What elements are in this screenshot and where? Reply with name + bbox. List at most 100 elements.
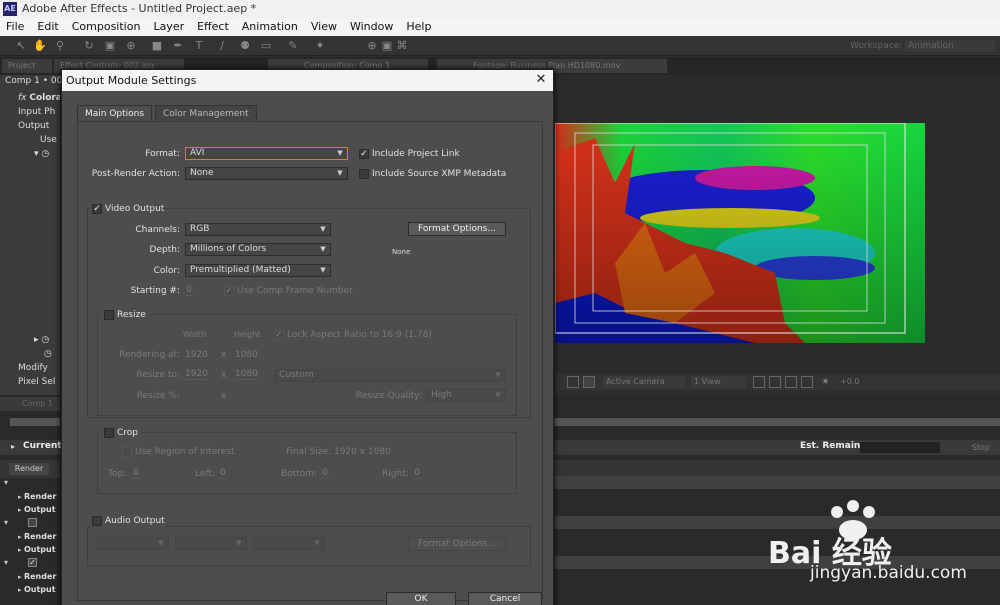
use-roi-label[interactable]: Use Region of Interest <box>135 446 235 458</box>
use-roi-checkbox[interactable] <box>122 447 132 457</box>
axis-local-icon[interactable]: ⊕ <box>365 39 379 53</box>
rectangle-tool-icon[interactable]: ■ <box>150 39 164 53</box>
lock-aspect-checkbox[interactable]: ✓ <box>274 330 284 340</box>
exposure-icon[interactable]: ✴ <box>821 375 830 388</box>
transparency-grid-icon[interactable] <box>583 376 595 388</box>
color-select[interactable]: Premultiplied (Matted) ▼ <box>185 264 331 277</box>
menu-edit[interactable]: Edit <box>37 18 58 36</box>
resize-label[interactable]: Resize <box>117 309 146 321</box>
queue-row-output-module[interactable]: ▸ Output <box>0 543 60 556</box>
stopwatch-icon[interactable]: ▾ ◷ <box>34 149 49 159</box>
tab-project[interactable]: Project <box>2 59 52 73</box>
crop-left-field[interactable]: 0 <box>219 468 227 479</box>
menu-file[interactable]: File <box>6 18 24 36</box>
queue-item-checkbox-checked[interactable]: ✓ <box>28 558 37 567</box>
effect-row-stopwatch[interactable]: ▾ ◷ <box>0 147 60 161</box>
video-output-label[interactable]: Video Output <box>105 203 164 215</box>
tab-main-options[interactable]: Main Options <box>77 105 153 121</box>
close-icon[interactable]: ✕ <box>534 73 548 87</box>
menu-window[interactable]: Window <box>350 18 393 36</box>
crop-right-field[interactable]: 0 <box>413 468 421 479</box>
pen-tool-icon[interactable]: ✒ <box>171 39 185 53</box>
menu-animation[interactable]: Animation <box>242 18 298 36</box>
queue-row-output-module[interactable]: ▸ Output <box>0 583 60 596</box>
queue-row-render-settings[interactable]: ▸ Render <box>0 490 60 503</box>
resize-preset-select[interactable]: Custom ▼ <box>274 369 506 382</box>
expand-arrow-icon[interactable]: ▸ <box>11 442 15 451</box>
queue-item-checkbox[interactable] <box>28 518 37 527</box>
video-output-checkbox[interactable]: ✓ <box>92 204 102 214</box>
stop-button[interactable]: Stop <box>946 442 996 454</box>
menu-layer[interactable]: Layer <box>153 18 184 36</box>
menu-view[interactable]: View <box>311 18 337 36</box>
audio-bits-select[interactable]: ▼ <box>175 537 247 550</box>
selection-tool-icon[interactable]: ↖ <box>14 39 28 53</box>
crop-label[interactable]: Crop <box>117 427 138 439</box>
active-camera-select[interactable]: Active Camera <box>603 376 685 388</box>
zoom-tool-icon[interactable]: ⚲ <box>53 39 67 53</box>
use-comp-frame-label[interactable]: Use Comp Frame Number <box>237 285 353 297</box>
effect-row-modify[interactable]: Modify <box>0 361 60 375</box>
starting-number-field[interactable]: 0 <box>185 285 193 296</box>
flowchart-icon[interactable] <box>801 376 813 388</box>
rotate-tool-icon[interactable]: ↻ <box>82 39 96 53</box>
include-project-link-checkbox[interactable]: ✓ <box>359 149 369 159</box>
audio-format-options-button[interactable]: Format Options... <box>408 537 506 551</box>
hand-tool-icon[interactable]: ✋ <box>33 39 47 53</box>
menu-effect[interactable]: Effect <box>197 18 229 36</box>
crop-checkbox[interactable] <box>104 428 114 438</box>
effect-row-stopwatch-2[interactable]: ▸ ◷ <box>0 333 60 347</box>
audio-channels-select[interactable]: ▼ <box>253 537 325 550</box>
format-options-button[interactable]: Format Options... <box>408 222 506 236</box>
include-xmp-label[interactable]: Include Source XMP Metadata <box>372 168 506 180</box>
queue-row-render-settings[interactable]: ▸ Render <box>0 530 60 543</box>
puppet-tool-icon[interactable]: ✦ <box>313 39 327 53</box>
include-xmp-checkbox[interactable] <box>359 169 369 179</box>
effect-row-colorama[interactable]: fx Colora <box>0 91 60 105</box>
pan-behind-tool-icon[interactable]: ⊕ <box>124 39 138 53</box>
lock-aspect-label[interactable]: Lock Aspect Ratio to 16:9 (1.78) <box>287 329 432 341</box>
ok-button[interactable]: OK <box>386 592 456 605</box>
stopwatch-icon[interactable]: ▸ ◷ <box>34 335 49 345</box>
effect-row-output[interactable]: Output <box>0 119 60 133</box>
cancel-button[interactable]: Cancel <box>468 592 542 605</box>
effect-row-pixel-selection[interactable]: Pixel Sel <box>0 375 60 389</box>
crop-top-field[interactable]: 0 <box>132 468 140 479</box>
post-render-action-select[interactable]: None ▼ <box>185 167 348 180</box>
axis-view-icon[interactable]: ⌘ <box>395 39 409 53</box>
snapshot-icon[interactable] <box>567 376 579 388</box>
view-layout-select[interactable]: 1 View <box>691 376 746 388</box>
audio-rate-select[interactable]: ▼ <box>97 537 169 550</box>
queue-expand-icon[interactable]: ▾ <box>4 558 8 567</box>
crop-bottom-field[interactable]: 0 <box>321 468 329 479</box>
effect-row-stopwatch-3[interactable]: ◷ <box>0 347 60 361</box>
text-tool-icon[interactable]: T <box>192 39 206 53</box>
use-comp-frame-checkbox[interactable]: ✓ <box>224 286 234 296</box>
queue-expand-icon[interactable]: ▾ <box>4 478 8 487</box>
resize-checkbox[interactable] <box>104 310 114 320</box>
queue-row-output-module[interactable]: ▸ Output <box>0 503 60 516</box>
channels-select[interactable]: RGB ▼ <box>185 223 331 236</box>
queue-expand-icon[interactable]: ▾ <box>4 518 8 527</box>
menu-help[interactable]: Help <box>406 18 431 36</box>
audio-output-label[interactable]: Audio Output <box>105 515 165 527</box>
composition-canvas[interactable] <box>555 123 925 343</box>
roto-brush-tool-icon[interactable]: ✎ <box>286 39 300 53</box>
queue-row-render-settings[interactable]: ▸ Render <box>0 570 60 583</box>
format-select[interactable]: AVI ▼ <box>185 147 348 160</box>
effect-row-input-phase[interactable]: Input Ph <box>0 105 60 119</box>
tab-color-management[interactable]: Color Management <box>155 105 257 121</box>
menu-composition[interactable]: Composition <box>72 18 141 36</box>
resize-height-field[interactable]: 1080 <box>235 369 258 380</box>
exposure-value[interactable]: +0.0 <box>840 376 859 388</box>
resize-quality-select[interactable]: High ▼ <box>426 389 506 402</box>
stopwatch-icon[interactable]: ◷ <box>44 349 52 359</box>
audio-output-checkbox[interactable] <box>92 516 102 526</box>
camera-tool-icon[interactable]: ▣ <box>103 39 117 53</box>
workspace-select[interactable]: Animation <box>905 40 995 52</box>
include-project-link-label[interactable]: Include Project Link <box>372 148 460 160</box>
effect-row-use[interactable]: Use <box>0 133 60 147</box>
eraser-tool-icon[interactable]: ▭ <box>259 39 273 53</box>
toggle-pixel-aspect-icon[interactable] <box>753 376 765 388</box>
timeline-icon[interactable] <box>785 376 797 388</box>
